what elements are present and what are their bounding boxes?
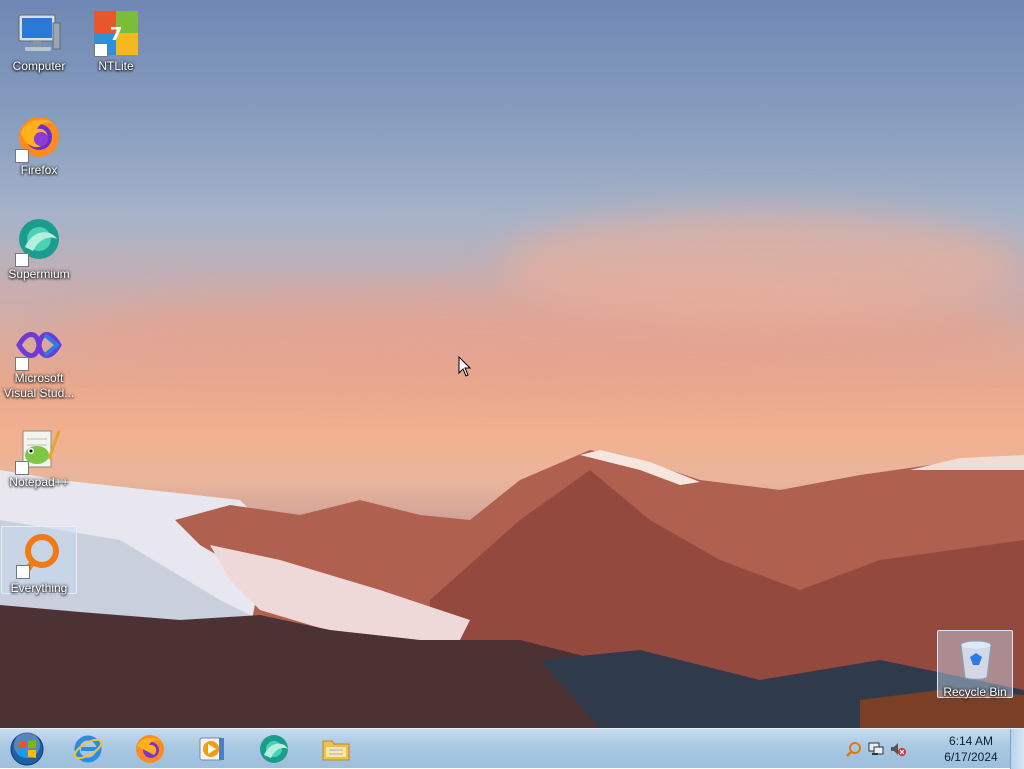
taskbar: 6:14 AM 6/17/2024 [0,728,1024,769]
desktop-icon-label: Computer [12,59,66,73]
desktop-wallpaper[interactable]: Computer 7 NTLite Firefox Supermium Micr… [0,0,1024,728]
desktop-icon-visual-studio[interactable]: Microsoft Visual Stud... [1,317,77,401]
recycle-bin-icon [960,640,992,680]
clock-time: 6:14 AM [948,734,994,748]
desktop-icon-label: Microsoft Visual Stud... [3,371,75,400]
desktop-icon-label: NTLite [98,59,134,73]
supermium-icon [260,735,288,763]
desktop-icon-label: Recycle Bin [943,685,1007,699]
shortcut-arrow-icon [15,461,29,475]
wallpaper-mountains [0,450,1024,728]
search-tray-icon[interactable] [846,741,862,757]
desktop-icon-ntlite[interactable]: 7 NTLite [78,5,154,73]
taskbar-pinned-file-explorer[interactable] [316,731,356,767]
clock-date: 6/17/2024 [944,750,998,764]
file-explorer-icon [322,740,350,761]
desktop-icon-supermium[interactable]: Supermium [1,213,77,281]
desktop-icon-everything[interactable]: Everything [1,526,77,595]
mouse-cursor-icon [458,356,472,377]
firefox-icon [136,735,164,763]
shortcut-arrow-icon [15,149,29,163]
svg-text:7: 7 [110,24,123,45]
desktop-icon-firefox[interactable]: Firefox [1,109,77,177]
shortcut-arrow-icon [15,253,29,267]
network-icon[interactable] [868,741,884,757]
desktop-icon-label: Firefox [20,163,58,177]
taskbar-pinned-supermium[interactable] [254,731,294,767]
taskbar-pinned-internet-explorer[interactable] [68,731,108,767]
shortcut-arrow-icon [15,357,29,371]
shortcut-arrow-icon [16,565,30,579]
taskbar-clock[interactable]: 6:14 AM 6/17/2024 [936,733,1006,765]
show-desktop-button[interactable] [1010,729,1024,769]
desktop-icon-label: Supermium [8,267,70,281]
desktop-icon-label: Everything [10,581,68,595]
computer-icon [18,14,61,51]
volume-muted-icon[interactable] [890,741,906,757]
desktop-icon-recycle-bin[interactable]: Recycle Bin [937,630,1013,699]
media-player-icon [199,737,224,761]
peak-snow-right [910,455,1024,470]
internet-explorer-icon [73,735,103,763]
system-tray: 6:14 AM 6/17/2024 [846,729,1006,769]
desktop-icon-notepadpp[interactable]: Notepad++ [1,421,77,489]
desktop-icon-computer[interactable]: Computer [1,5,77,73]
windows-orb-icon [10,732,44,766]
desktop-icon-label: Notepad++ [9,475,69,489]
shortcut-arrow-icon [94,43,108,57]
taskbar-pinned-media-player[interactable] [192,731,232,767]
start-button[interactable] [5,731,49,767]
taskbar-pinned-firefox[interactable] [130,731,170,767]
